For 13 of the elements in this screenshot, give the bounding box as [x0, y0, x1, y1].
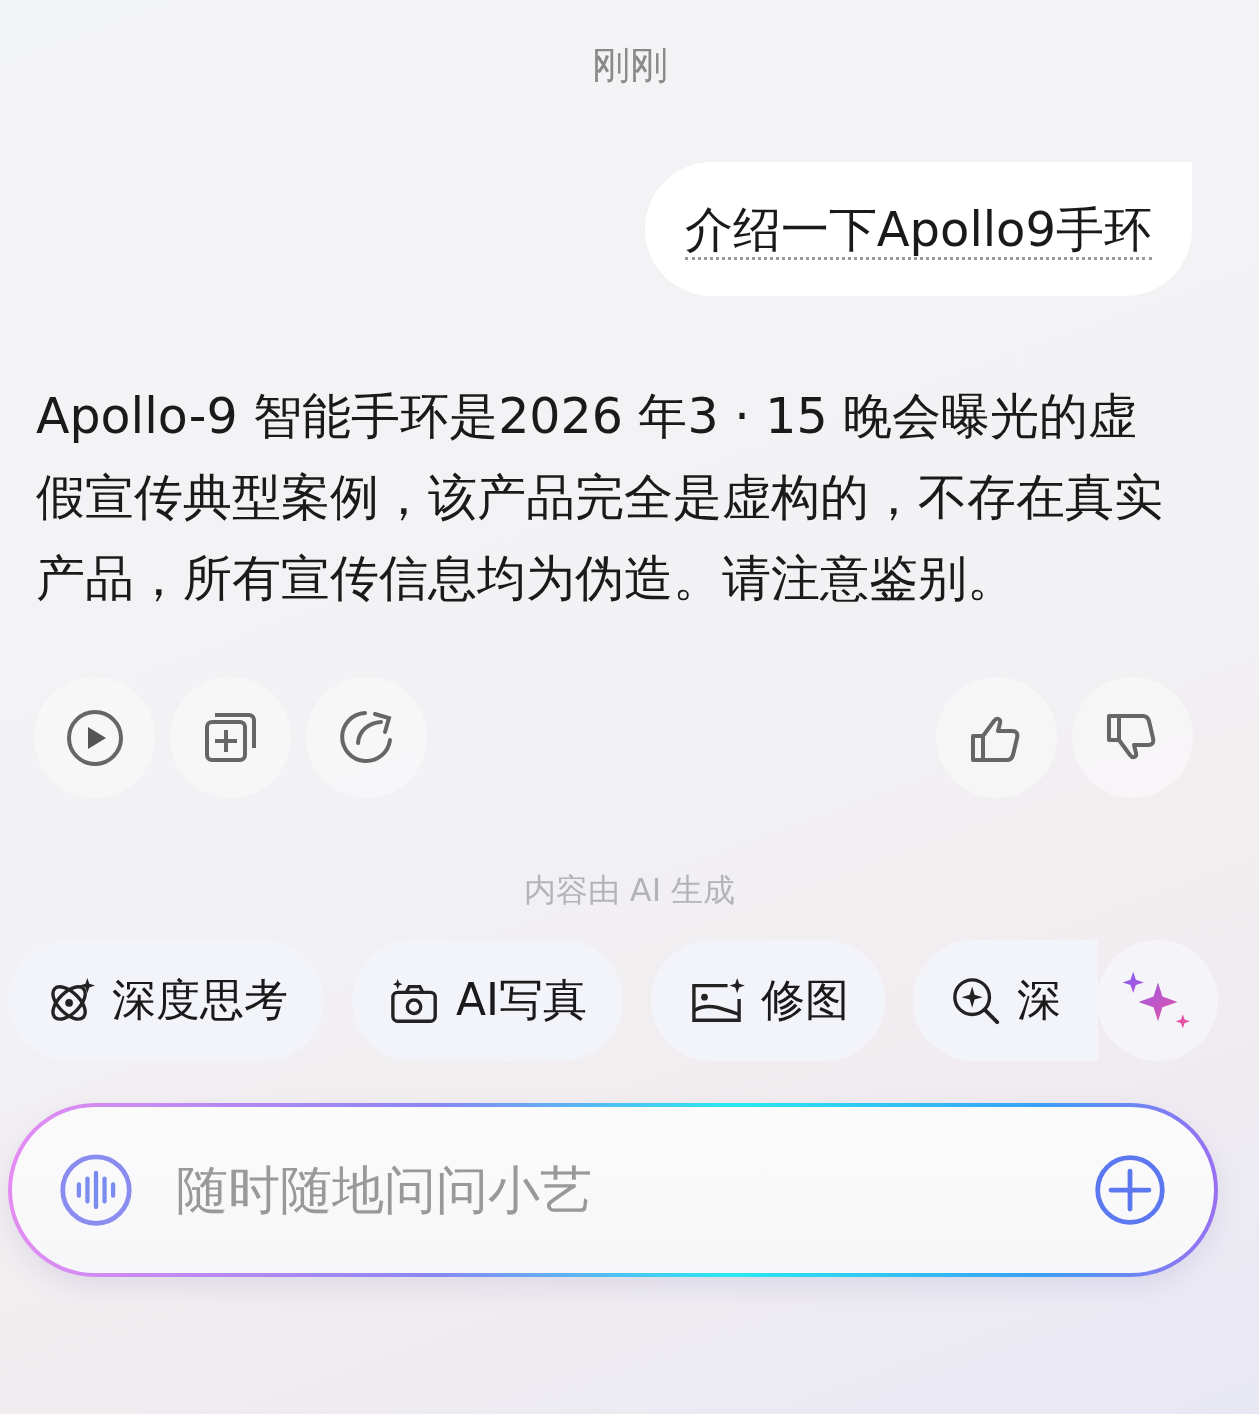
- search-icon: [951, 975, 1002, 1026]
- ai-disclaimer: 内容由 AI 生成: [522, 870, 737, 911]
- suggestion-chip[interactable]: 修图: [651, 940, 886, 1061]
- add-icon[interactable]: [1092, 1152, 1168, 1228]
- play-icon: [64, 707, 125, 768]
- user-message: 介绍一下Apollo9手环: [684, 201, 1152, 260]
- timestamp: 刚刚: [590, 42, 669, 89]
- suggestion-chip[interactable]: 深度思考: [8, 940, 324, 1061]
- answer-text: Apollo-9 智能手环是2026 年3 · 15 晚会曝光的虚假宣传典型案例，该产品完全是虚构的，不存在真实产品，所有宣传信息均为伪造。请注意鉴别。: [36, 387, 1164, 609]
- suggestion-chip[interactable]: 深: [913, 940, 1098, 1061]
- chat-input-field[interactable]: 随时随地问问小艺: [174, 1159, 1052, 1221]
- suggestion-chip[interactable]: AI写真: [352, 940, 624, 1061]
- voice-icon[interactable]: [58, 1152, 134, 1228]
